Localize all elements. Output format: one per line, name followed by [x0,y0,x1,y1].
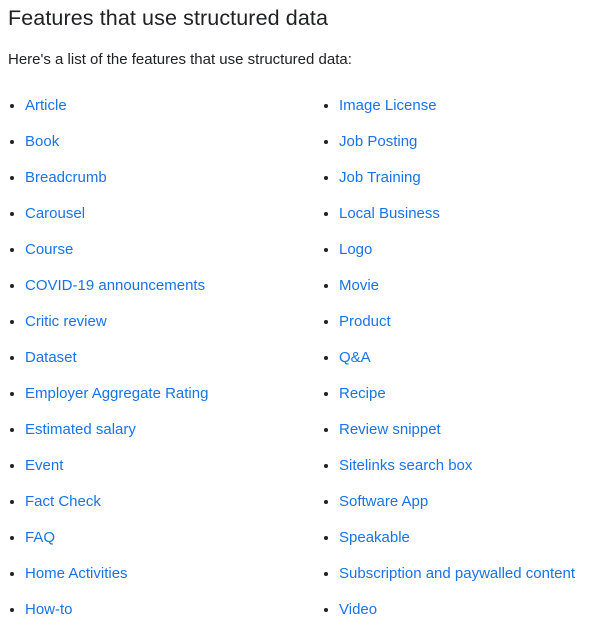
bullet-dot-icon [10,392,14,396]
feature-list-item: Subscription and paywalled content [322,556,602,592]
feature-link[interactable]: Employer Aggregate Rating [25,385,208,402]
feature-link[interactable]: Speakable [339,529,410,546]
feature-link[interactable]: Event [25,457,63,474]
feature-list-item: Fact Check [8,484,308,520]
feature-list-item: Job Training [322,160,602,196]
feature-list-item: Breadcrumb [8,160,308,196]
bullet-dot-icon [324,608,328,612]
bullet-dot-icon [10,176,14,180]
feature-link[interactable]: Review snippet [339,421,441,438]
feature-list-item: Dataset [8,340,308,376]
feature-list-item: Product [322,304,602,340]
feature-link[interactable]: Q&A [339,349,371,366]
bullet-dot-icon [10,536,14,540]
feature-list-left-column: Article Book Breadcrumb Carousel Course COVID… [8,88,308,628]
feature-list-item: Carousel [8,196,308,232]
feature-link[interactable]: Estimated salary [25,421,136,438]
bullet-dot-icon [324,140,328,144]
bullet-dot-icon [10,320,14,324]
feature-list-item: COVID-19 announcements [8,268,308,304]
feature-list-item: Software App [322,484,602,520]
bullet-dot-icon [10,140,14,144]
feature-list-item: Logo [322,232,602,268]
feature-list-item: Employer Aggregate Rating [8,376,308,412]
feature-link[interactable]: Critic review [25,313,107,330]
bullet-dot-icon [324,428,328,432]
page-title: Features that use structured data [8,6,329,30]
feature-link[interactable]: Movie [339,277,379,294]
feature-link[interactable]: Fact Check [25,493,101,510]
feature-link[interactable]: Job Training [339,169,421,186]
feature-link[interactable]: Article [25,97,67,114]
feature-list-item: Estimated salary [8,412,308,448]
bullet-dot-icon [324,320,328,324]
feature-list-item: Review snippet [322,412,602,448]
feature-link[interactable]: Recipe [339,385,386,402]
feature-link[interactable]: Local Business [339,205,440,222]
bullet-dot-icon [10,608,14,612]
bullet-dot-icon [10,212,14,216]
feature-link[interactable]: Software App [339,493,428,510]
feature-link[interactable]: FAQ [25,529,55,546]
feature-link[interactable]: Subscription and paywalled content [339,565,575,582]
feature-link[interactable]: Breadcrumb [25,169,107,186]
feature-list-item: Book [8,124,308,160]
feature-link[interactable]: Job Posting [339,133,417,150]
feature-link[interactable]: Course [25,241,73,258]
bullet-dot-icon [10,500,14,504]
feature-link[interactable]: Home Activities [25,565,128,582]
feature-list-item: Movie [322,268,602,304]
feature-list-item: Speakable [322,520,602,556]
bullet-dot-icon [10,356,14,360]
feature-list-item: Home Activities [8,556,308,592]
feature-list-item: Course [8,232,308,268]
bullet-dot-icon [324,176,328,180]
bullet-dot-icon [324,104,328,108]
bullet-dot-icon [324,212,328,216]
feature-link[interactable]: Product [339,313,391,330]
bullet-dot-icon [324,464,328,468]
feature-list-item: Recipe [322,376,602,412]
feature-link[interactable]: Sitelinks search box [339,457,472,474]
feature-link[interactable]: Carousel [25,205,85,222]
feature-list-item: Q&A [322,340,602,376]
feature-list-item: Event [8,448,308,484]
bullet-dot-icon [324,500,328,504]
intro-paragraph: Here's a list of the features that use s… [8,51,352,68]
bullet-dot-icon [324,356,328,360]
bullet-dot-icon [10,104,14,108]
bullet-dot-icon [10,572,14,576]
structured-data-features-page: Features that use structured data Here's… [0,0,602,623]
bullet-dot-icon [10,464,14,468]
bullet-dot-icon [10,248,14,252]
feature-list-item: Image License [322,88,602,124]
feature-list-item: Job Posting [322,124,602,160]
feature-link[interactable]: Logo [339,241,372,258]
bullet-dot-icon [10,428,14,432]
feature-list-right-column: Image License Job Posting Job Training Loca… [322,88,602,628]
feature-list-item: Local Business [322,196,602,232]
feature-list-item: Critic review [8,304,308,340]
feature-link[interactable]: COVID-19 announcements [25,277,205,294]
feature-link[interactable]: Image License [339,97,437,114]
bullet-dot-icon [324,572,328,576]
feature-list-item: Sitelinks search box [322,448,602,484]
feature-link[interactable]: Book [25,133,59,150]
feature-list-item: Article [8,88,308,124]
bullet-dot-icon [324,248,328,252]
feature-list-item: FAQ [8,520,308,556]
bullet-dot-icon [324,536,328,540]
feature-link[interactable]: How-to [25,601,73,618]
feature-link[interactable]: Dataset [25,349,77,366]
feature-link[interactable]: Video [339,601,377,618]
bullet-dot-icon [10,284,14,288]
bullet-dot-icon [324,392,328,396]
bullet-dot-icon [324,284,328,288]
